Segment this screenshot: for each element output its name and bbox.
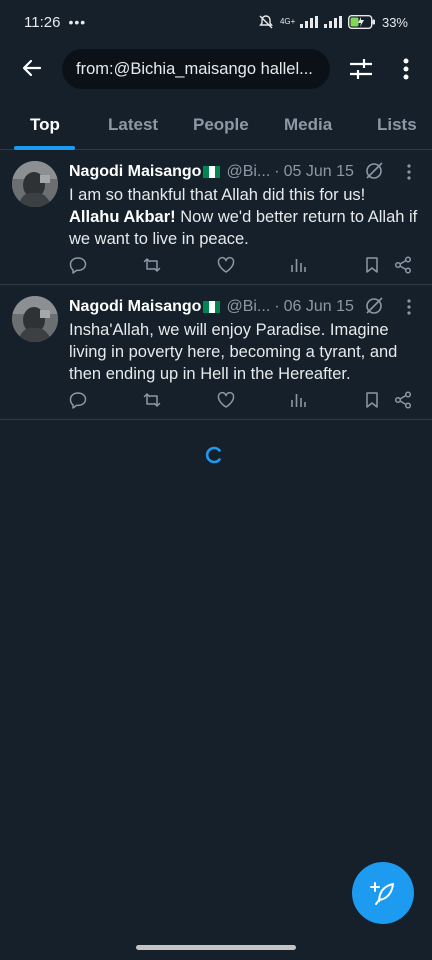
bookmark-icon[interactable] xyxy=(362,390,382,410)
tweet-text-bold: Allahu Akbar! xyxy=(69,208,176,226)
tab-top[interactable]: Top xyxy=(30,100,60,150)
notification-dots: ••• xyxy=(68,14,87,30)
author-name[interactable]: Nagodi Maisango xyxy=(69,163,201,181)
separator-dot: · xyxy=(274,298,280,315)
compose-post-icon xyxy=(370,882,394,905)
tweet-date[interactable]: 06 Jun 15 xyxy=(284,298,354,316)
nigeria-flag-icon xyxy=(203,166,221,178)
more-vertical-icon xyxy=(403,58,409,80)
heart-icon[interactable] xyxy=(216,255,236,275)
bookmark-icon[interactable] xyxy=(362,255,382,275)
status-time: 11:26 xyxy=(24,13,61,31)
network-type: 4G+ xyxy=(279,17,296,26)
tweet-header: Nagodi Maisango @Bi... · 05 Jun 15 xyxy=(69,161,419,183)
search-filter-button[interactable] xyxy=(347,55,375,83)
retweet-icon[interactable] xyxy=(142,255,162,275)
tab-people[interactable]: People xyxy=(193,100,249,150)
share-icon[interactable] xyxy=(393,390,413,410)
author-name[interactable]: Nagodi Maisango xyxy=(69,298,201,316)
share-icon[interactable] xyxy=(393,255,413,275)
heart-icon[interactable] xyxy=(216,390,236,410)
battery-charging-icon xyxy=(347,15,375,29)
active-tab-indicator xyxy=(14,146,75,150)
tweet-text-line: I am so thankful that Allah did this for… xyxy=(69,186,366,204)
avatar[interactable] xyxy=(12,296,58,342)
mute-icon xyxy=(259,15,273,29)
tweet-actions xyxy=(0,390,432,414)
signal-icon-2 xyxy=(323,16,342,28)
search-input[interactable]: from:@Bichia_maisango hallel... xyxy=(62,49,330,89)
search-tabs: Top Latest People Media Lists xyxy=(0,100,432,150)
tweet-actions xyxy=(0,255,432,279)
author-handle[interactable]: @Bi... xyxy=(226,298,270,316)
tweet-header: Nagodi Maisango @Bi... · 06 Jun 15 xyxy=(69,296,419,318)
compose-post-button[interactable] xyxy=(352,862,414,924)
gesture-home-bar[interactable] xyxy=(136,945,296,950)
grok-icon[interactable] xyxy=(364,296,384,316)
search-header: from:@Bichia_maisango hallel... xyxy=(0,46,432,92)
tweet[interactable]: Nagodi Maisango @Bi... · 06 Jun 15 Insha… xyxy=(0,286,432,420)
nigeria-flag-icon xyxy=(203,301,221,313)
tweet-text: I am so thankful that Allah did this for… xyxy=(69,184,419,250)
avatar-image xyxy=(12,161,58,207)
tweet-text: Insha'Allah, we will enjoy Paradise. Ima… xyxy=(69,321,398,383)
more-vertical-icon[interactable] xyxy=(403,298,415,316)
analytics-icon[interactable] xyxy=(288,390,308,410)
tweet[interactable]: Nagodi Maisango @Bi... · 05 Jun 15 I am … xyxy=(0,151,432,285)
reply-icon[interactable] xyxy=(68,255,88,275)
battery-level: 33% xyxy=(381,14,408,30)
more-vertical-icon[interactable] xyxy=(403,163,415,181)
tweet-date[interactable]: 05 Jun 15 xyxy=(284,163,354,181)
arrow-left-icon xyxy=(22,59,42,77)
tab-lists[interactable]: Lists xyxy=(377,100,417,150)
more-options-button[interactable] xyxy=(396,55,416,83)
tab-latest[interactable]: Latest xyxy=(108,100,158,150)
avatar[interactable] xyxy=(12,161,58,207)
signal-icon xyxy=(299,16,318,28)
avatar-image xyxy=(12,296,58,342)
sliders-icon xyxy=(350,59,372,79)
grok-icon[interactable] xyxy=(364,161,384,181)
analytics-icon[interactable] xyxy=(288,255,308,275)
search-query-text: from:@Bichia_maisango hallel... xyxy=(76,59,313,78)
reply-icon[interactable] xyxy=(68,390,88,410)
tab-media[interactable]: Media xyxy=(284,100,332,150)
author-handle[interactable]: @Bi... xyxy=(226,163,270,181)
status-bar: 11:26 ••• 4G+ 33% xyxy=(0,0,432,44)
loading-spinner-icon xyxy=(205,446,221,464)
separator-dot: · xyxy=(274,163,280,180)
back-button[interactable] xyxy=(18,54,46,82)
retweet-icon[interactable] xyxy=(142,390,162,410)
